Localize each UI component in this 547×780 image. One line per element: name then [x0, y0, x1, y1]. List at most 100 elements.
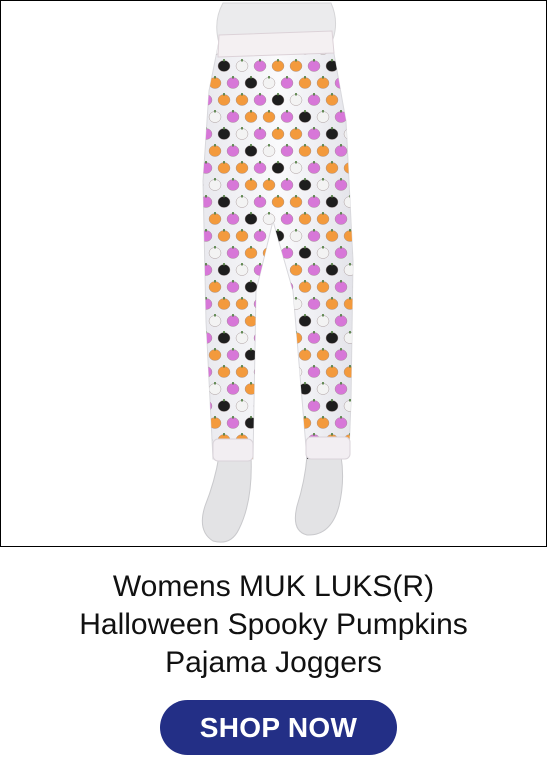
pumpkin-stem	[331, 297, 333, 300]
pumpkin-print	[289, 60, 303, 72]
pumpkin-stem	[304, 178, 306, 181]
pumpkin-print	[289, 298, 303, 310]
pumpkin-stem	[340, 42, 342, 45]
pumpkin-print	[217, 332, 231, 344]
pumpkin-stem	[322, 212, 324, 215]
pumpkin-print	[289, 196, 303, 208]
pumpkin-print	[298, 77, 312, 89]
pumpkin-print	[244, 247, 258, 259]
pumpkin-print	[307, 230, 321, 242]
pumpkin-stem	[286, 246, 288, 249]
pumpkin-stem	[259, 161, 261, 164]
pumpkin-print	[226, 417, 240, 429]
pumpkin-stem	[286, 76, 288, 79]
pumpkin-stem	[304, 212, 306, 215]
mannequin-left-foot	[201, 455, 252, 543]
pumpkin-stem	[259, 195, 261, 198]
pumpkin-stem	[304, 76, 306, 79]
pumpkin-stem	[214, 382, 216, 385]
pumpkin-stem	[214, 280, 216, 283]
pumpkin-stem	[268, 382, 270, 385]
pumpkin-print	[226, 213, 240, 225]
pumpkin-stem	[313, 229, 315, 232]
pumpkin-print	[235, 264, 249, 276]
pumpkin-stem	[322, 416, 324, 419]
pumpkin-stem	[259, 229, 261, 232]
pumpkin-stem	[232, 76, 234, 79]
pumpkin-stem	[349, 229, 351, 232]
pumpkin-print	[289, 400, 303, 412]
pumpkin-print	[316, 247, 330, 259]
pumpkin-stem	[250, 348, 252, 351]
pumpkin-print	[352, 315, 353, 327]
pumpkin-stem	[286, 314, 288, 317]
pumpkin-stem	[259, 399, 261, 402]
pumpkin-stem	[313, 195, 315, 198]
shop-now-button[interactable]: SHOP NOW	[160, 700, 397, 755]
pumpkin-print	[289, 230, 303, 242]
pumpkin-print	[244, 213, 258, 225]
pumpkin-stem	[196, 42, 198, 45]
pumpkin-stem	[349, 365, 351, 368]
product-image[interactable]	[0, 0, 547, 547]
pumpkin-print	[289, 434, 303, 446]
pumpkin-print	[343, 332, 353, 344]
waistband	[217, 30, 335, 58]
pumpkin-stem	[349, 297, 351, 300]
pumpkin-print	[352, 111, 353, 123]
pumpkin-print	[244, 281, 258, 293]
pumpkin-print	[325, 298, 339, 310]
pumpkin-print	[289, 128, 303, 140]
pumpkin-print	[244, 383, 258, 395]
pumpkin-print	[280, 281, 294, 293]
pumpkin-stem	[349, 399, 351, 402]
pumpkin-stem	[250, 382, 252, 385]
pumpkin-print	[343, 162, 353, 174]
pumpkin-stem	[277, 93, 279, 96]
pumpkin-print	[226, 111, 240, 123]
pumpkin-stem	[358, 178, 360, 181]
pumpkin-stem	[277, 297, 279, 300]
pumpkin-print	[208, 213, 222, 225]
pumpkin-stem	[340, 382, 342, 385]
pumpkin-stem	[268, 246, 270, 249]
pumpkin-stem	[214, 212, 216, 215]
pumpkin-stem	[277, 399, 279, 402]
pumpkin-print	[262, 179, 276, 191]
pumpkin-print	[334, 213, 348, 225]
pumpkin-print	[334, 247, 348, 259]
pumpkin-print	[253, 196, 267, 208]
pumpkin-stem	[331, 331, 333, 334]
pumpkin-print	[217, 196, 231, 208]
pumpkin-print	[203, 417, 204, 429]
pumpkin-stem	[223, 331, 225, 334]
pumpkin-print	[253, 400, 267, 412]
pumpkin-print	[334, 417, 348, 429]
pumpkin-print	[352, 417, 353, 429]
pumpkin-stem	[277, 263, 279, 266]
pumpkin-stem	[358, 110, 360, 113]
pumpkin-print	[298, 145, 312, 157]
product-title-line-2: Halloween Spooky Pumpkins	[79, 608, 468, 641]
pumpkin-print	[271, 162, 285, 174]
pumpkin-print	[203, 196, 213, 208]
pumpkin-print	[307, 332, 321, 344]
pumpkin-print	[262, 77, 276, 89]
pumpkin-stem	[214, 144, 216, 147]
pumpkin-stem	[340, 76, 342, 79]
pumpkin-stem	[259, 297, 261, 300]
pumpkin-stem	[313, 297, 315, 300]
pumpkin-print	[217, 94, 231, 106]
pumpkin-stem	[358, 280, 360, 283]
pumpkin-print	[208, 179, 222, 191]
pumpkin-stem	[313, 399, 315, 402]
pumpkin-print	[334, 111, 348, 123]
pumpkin-stem	[223, 229, 225, 232]
pumpkin-print	[244, 315, 258, 327]
pumpkin-stem	[331, 365, 333, 368]
pumpkin-stem	[313, 127, 315, 130]
pumpkin-print	[316, 417, 330, 429]
pumpkin-stem	[268, 110, 270, 113]
pumpkin-print	[203, 434, 213, 446]
pumpkin-print	[208, 281, 222, 293]
